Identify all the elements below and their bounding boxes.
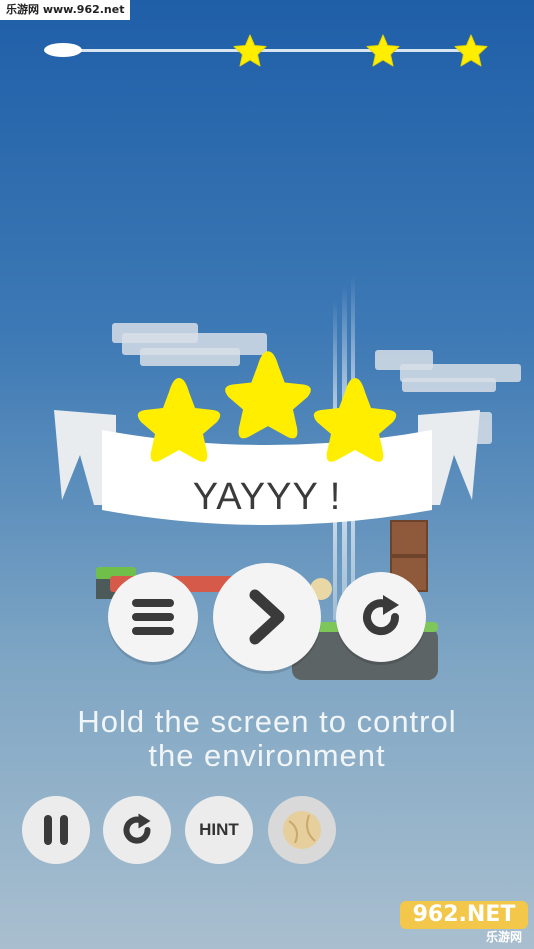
cloud-right-3 (402, 378, 496, 392)
progress-star-icon-1 (233, 34, 267, 67)
watermark-bottom: 962.NET 乐游网 (400, 901, 528, 945)
hint-label: HINT (199, 820, 239, 839)
instruction-text: Hold the screen to control the environme… (0, 705, 534, 773)
instruction-line-2: the environment (148, 738, 386, 773)
ball-icon (283, 811, 321, 849)
hint-button[interactable]: HINT (185, 796, 253, 864)
watermark-brand: 962.NET (400, 901, 528, 929)
result-star-icon-3 (313, 378, 397, 462)
replay-icon (363, 595, 400, 636)
watermark-top: 乐游网 www.962.net (0, 0, 131, 20)
chevron-right-icon (249, 589, 285, 645)
restart-icon (123, 813, 151, 844)
progress-star-icon-3 (454, 34, 488, 67)
next-level-button[interactable] (213, 563, 321, 671)
replay-button[interactable] (336, 572, 426, 662)
pause-button[interactable] (22, 796, 90, 864)
menu-icon (132, 599, 174, 635)
restart-button[interactable] (103, 796, 171, 864)
pause-icon (44, 815, 68, 845)
instruction-line-1: Hold the screen to control (77, 704, 457, 739)
progress-star-icon-2 (366, 34, 400, 67)
watermark-sub: 乐游网 (485, 930, 522, 944)
result-title: YAYYY ! (192, 476, 342, 518)
menu-button[interactable] (108, 572, 198, 662)
progress-knob (44, 43, 82, 57)
ball-skin-button[interactable] (268, 796, 336, 864)
